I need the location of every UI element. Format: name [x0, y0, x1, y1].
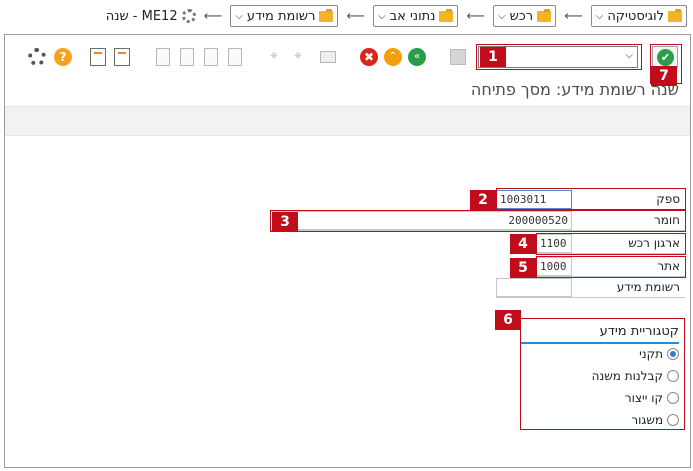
breadcrumb-label: רכש	[509, 8, 534, 24]
checkmark-icon: ✔	[657, 49, 674, 66]
folder-icon	[668, 8, 682, 22]
back-icon[interactable]: «	[408, 48, 426, 66]
vendor-row: ספק 1003011	[496, 189, 685, 210]
purchasing-org-field[interactable]: 1100	[536, 234, 572, 253]
radio-button[interactable]	[667, 370, 679, 382]
material-field[interactable]: 200000520	[270, 211, 572, 230]
material-label: חומר	[653, 213, 680, 227]
plant-label: אתר	[657, 259, 680, 273]
category-option-standard[interactable]: תקני	[639, 345, 679, 363]
folder-icon	[537, 8, 552, 22]
vendor-label: ספק	[656, 192, 680, 206]
settings-gear-icon[interactable]	[28, 48, 46, 66]
next-page-icon[interactable]	[204, 48, 218, 66]
exit-icon[interactable]: ⌃	[384, 48, 402, 66]
enter-button[interactable]: ✔	[652, 46, 678, 68]
breadcrumb-label: רשומת מידע	[246, 8, 316, 24]
last-page-icon[interactable]	[228, 48, 242, 66]
option-label: תקני	[639, 347, 663, 361]
chevron-down-icon[interactable]: ⌵	[498, 11, 506, 22]
option-label: קבלנות משנה	[591, 369, 663, 383]
new-window-icon[interactable]	[90, 48, 106, 66]
gear-icon	[181, 9, 196, 23]
page-title: שנה רשומת מידע: מסך פתיחה	[470, 80, 679, 99]
breadcrumb-label: לוגיסטיקה	[607, 8, 664, 24]
application-toolbar	[5, 106, 690, 136]
callout-badge-3: 3	[272, 212, 298, 232]
breadcrumb-item-master-data[interactable]: נתוני אב ⌵	[373, 5, 459, 27]
chevron-down-icon[interactable]: ⌵	[596, 11, 604, 22]
info-category-title: קטגוריית מידע	[521, 324, 679, 344]
callout-badge-2: 2	[470, 190, 496, 210]
radio-button[interactable]	[667, 414, 679, 426]
breadcrumb-item-purchasing[interactable]: רכש ⌵	[493, 5, 557, 27]
first-page-icon[interactable]	[156, 48, 170, 66]
previous-page-icon[interactable]	[180, 48, 194, 66]
callout-badge-5: 5	[510, 258, 536, 278]
breadcrumb-item-logistics[interactable]: לוגיסטיקה ⌵	[590, 5, 687, 27]
arrow-left-icon: ⟵	[203, 8, 223, 24]
arrow-left-icon: ⟵	[564, 8, 583, 24]
radio-button[interactable]	[667, 392, 679, 404]
folder-icon	[319, 8, 334, 22]
category-option-pipeline[interactable]: קו ייצור	[625, 389, 679, 407]
transaction-label: ME12 - שנה	[105, 8, 178, 24]
purchasing-org-row: ארגון רכש 1100	[536, 233, 685, 254]
option-label: קו ייצור	[624, 391, 663, 405]
breadcrumb-item-info-record[interactable]: רשומת מידע ⌵	[230, 5, 339, 27]
plant-row: אתר 1000	[536, 256, 685, 277]
purchasing-org-label: ארגון רכש	[628, 236, 680, 250]
callout-badge-4: 4	[510, 234, 536, 254]
info-record-field[interactable]	[496, 278, 572, 297]
folder-icon	[439, 8, 454, 22]
vendor-field[interactable]: 1003011	[496, 190, 572, 209]
chevron-down-icon[interactable]: ⌵	[378, 11, 386, 22]
arrow-left-icon: ⟵	[346, 8, 366, 24]
category-option-subcontracting[interactable]: קבלנות משנה	[592, 367, 679, 385]
category-option-consignment[interactable]: משגור	[631, 411, 679, 429]
find-next-icon[interactable]: ⌖	[294, 48, 312, 66]
plant-field[interactable]: 1000	[536, 257, 572, 276]
callout-badge-7: 7	[651, 66, 677, 86]
print-icon[interactable]	[320, 51, 336, 63]
breadcrumb: לוגיסטיקה ⌵ ⟵ רכש ⌵ ⟵ נתוני אב ⌵ ⟵ רשומת…	[0, 0, 693, 32]
find-icon[interactable]: ⌖	[270, 48, 288, 66]
material-row: חומר 200000520	[270, 210, 685, 231]
breadcrumb-label: נתוני אב	[389, 8, 436, 24]
save-icon[interactable]	[450, 49, 466, 65]
info-record-label: רשומת מידע	[616, 280, 680, 294]
callout-badge-1: 1	[480, 47, 506, 67]
option-label: משגור	[631, 413, 663, 427]
chevron-down-icon[interactable]: ⌵	[625, 50, 633, 61]
help-icon[interactable]: ?	[54, 48, 72, 66]
radio-button[interactable]	[667, 348, 679, 360]
callout-badge-6: 6	[495, 310, 521, 330]
cancel-icon[interactable]: ✖	[360, 48, 378, 66]
info-record-row: רשומת מידע	[496, 277, 685, 298]
create-shortcut-icon[interactable]	[114, 48, 130, 66]
chevron-down-icon[interactable]: ⌵	[235, 11, 243, 22]
transaction-code: ME12 - שנה	[106, 9, 196, 24]
info-category-group: קטגוריית מידע תקני קבלנות משנה קו ייצור …	[520, 318, 685, 430]
arrow-left-icon: ⟵	[466, 8, 486, 24]
